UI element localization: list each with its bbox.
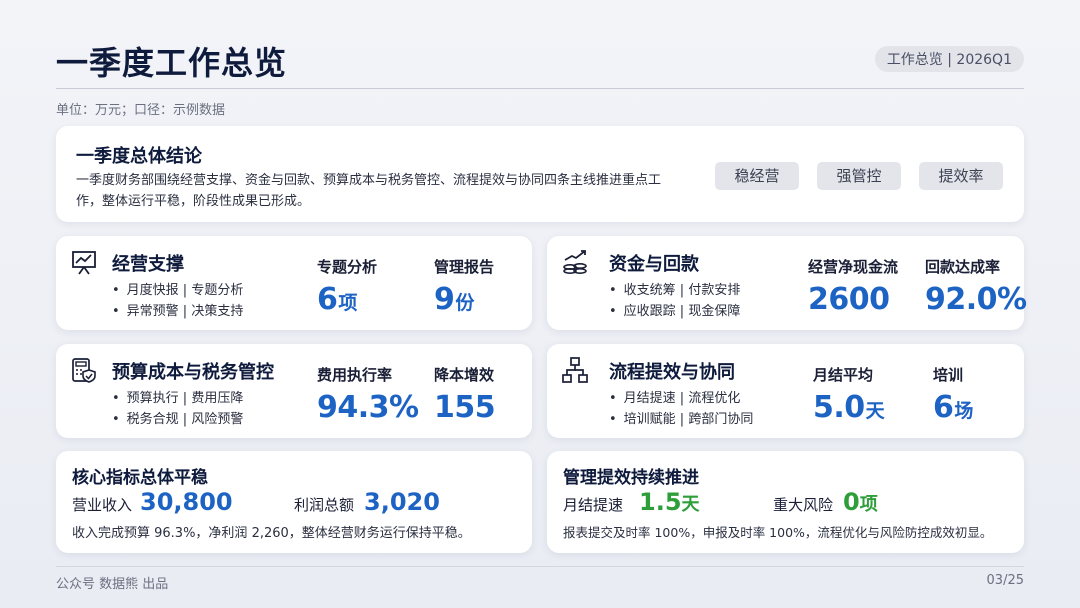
- metric-value: 6场: [933, 390, 973, 425]
- presentation-chart-icon: [72, 251, 96, 275]
- pill-efficiency: 提效率: [919, 162, 1003, 190]
- metric-label: 管理报告: [434, 258, 495, 276]
- summary-title: 一季度总体结论: [76, 146, 202, 167]
- major-risk-value: 0项: [843, 488, 878, 516]
- bullet-item: 月度快报 | 专题分析: [112, 279, 244, 298]
- tile-title: 资金与回款: [609, 254, 699, 275]
- metric-label: 费用执行率: [317, 366, 393, 384]
- metric-label: 回款达成率: [925, 258, 1001, 276]
- metric-value: 92.0%: [925, 282, 1027, 317]
- section-tag: 工作总览 | 2026Q1: [874, 46, 1024, 72]
- bullet-item: 收支统筹 | 付款安排: [609, 279, 741, 298]
- coins-growth-icon: [563, 250, 587, 274]
- close-speed-label: 月结提速: [563, 496, 624, 514]
- bullet-item: 应收跟踪 | 现金保障: [609, 300, 741, 319]
- metric-value: 155: [434, 390, 496, 425]
- footer-credit: 公众号 数据熊 出品: [56, 577, 169, 592]
- pill-control: 强管控: [817, 162, 901, 190]
- metric-value: 9份: [434, 282, 474, 317]
- metric-label: 降本增效: [434, 366, 495, 384]
- summary-card: 一季度总体结论 一季度财务部围绕经营支撑、资金与回款、预算成本与税务管控、流程提…: [56, 126, 1024, 222]
- core-indicators-card: 核心指标总体平稳 营业收入 30,800 利润总额 3,020 收入完成预算 9…: [56, 451, 532, 553]
- bullet-item: 预算执行 | 费用压降: [112, 387, 244, 406]
- profit-value: 3,020: [364, 488, 440, 516]
- header-divider: [56, 88, 1024, 89]
- metric-value: 5.0天: [813, 390, 885, 425]
- bullet-item: 异常预警 | 决策支持: [112, 300, 244, 319]
- page-title: 一季度工作总览: [56, 44, 288, 82]
- metric-value: 94.3%: [317, 390, 419, 425]
- metric-label: 月结平均: [813, 366, 874, 384]
- tile-title: 经营支撑: [112, 254, 184, 275]
- bullet-item: 培训赋能 | 跨部门协同: [609, 408, 754, 427]
- profit-label: 利润总额: [294, 496, 355, 514]
- tile-process-efficiency: 流程提效与协同 月结提速 | 流程优化 培训赋能 | 跨部门协同 月结平均 5.…: [547, 344, 1024, 438]
- tile-title: 流程提效与协同: [609, 362, 735, 383]
- page-number: 03/25: [986, 573, 1024, 588]
- metric-label: 专题分析: [317, 258, 378, 276]
- metric-value: 2600: [808, 282, 890, 317]
- card-title: 核心指标总体平稳: [72, 468, 208, 488]
- unit-note: 单位：万元；口径：示例数据: [56, 103, 226, 118]
- card-note: 收入完成预算 96.3%，净利润 2,260，整体经营财务运行保持平稳。: [72, 526, 471, 541]
- tile-title: 预算成本与税务管控: [112, 362, 274, 383]
- revenue-value: 30,800: [140, 488, 233, 516]
- footer-divider: [56, 566, 1024, 567]
- bullet-item: 月结提速 | 流程优化: [609, 387, 741, 406]
- bullet-item: 税务合规 | 风险预警: [112, 408, 244, 427]
- close-speed-value: 1.5天: [639, 488, 700, 516]
- tile-funds-collection: 资金与回款 收支统筹 | 付款安排 应收跟踪 | 现金保障 经营净现金流 260…: [547, 236, 1027, 330]
- tile-budget-tax: 预算成本与税务管控 预算执行 | 费用压降 税务合规 | 风险预警 费用执行率 …: [56, 344, 532, 438]
- metric-value: 6项: [317, 282, 357, 317]
- flowchart-icon: [562, 357, 588, 383]
- major-risk-label: 重大风险: [773, 496, 834, 514]
- tile-business-support: 经营支撑 月度快报 | 专题分析 异常预警 | 决策支持 专题分析 6项 管理报…: [56, 236, 532, 330]
- pill-stable: 稳经营: [715, 162, 799, 190]
- card-note: 报表提交及时率 100%，申报及时率 100%，流程优化与风险防控成效初显。: [563, 525, 993, 540]
- management-efficiency-card: 管理提效持续推进 月结提速 1.5天 重大风险 0项 报表提交及时率 100%，…: [547, 451, 1024, 553]
- revenue-label: 营业收入: [72, 496, 133, 514]
- summary-text: 一季度财务部围绕经营支撑、资金与回款、预算成本与税务管控、流程提效与协同四条主线…: [76, 173, 662, 209]
- metric-label: 经营净现金流: [808, 258, 899, 276]
- card-title: 管理提效持续推进: [563, 468, 699, 488]
- metric-label: 培训: [933, 366, 964, 384]
- calculator-shield-icon: [72, 358, 96, 383]
